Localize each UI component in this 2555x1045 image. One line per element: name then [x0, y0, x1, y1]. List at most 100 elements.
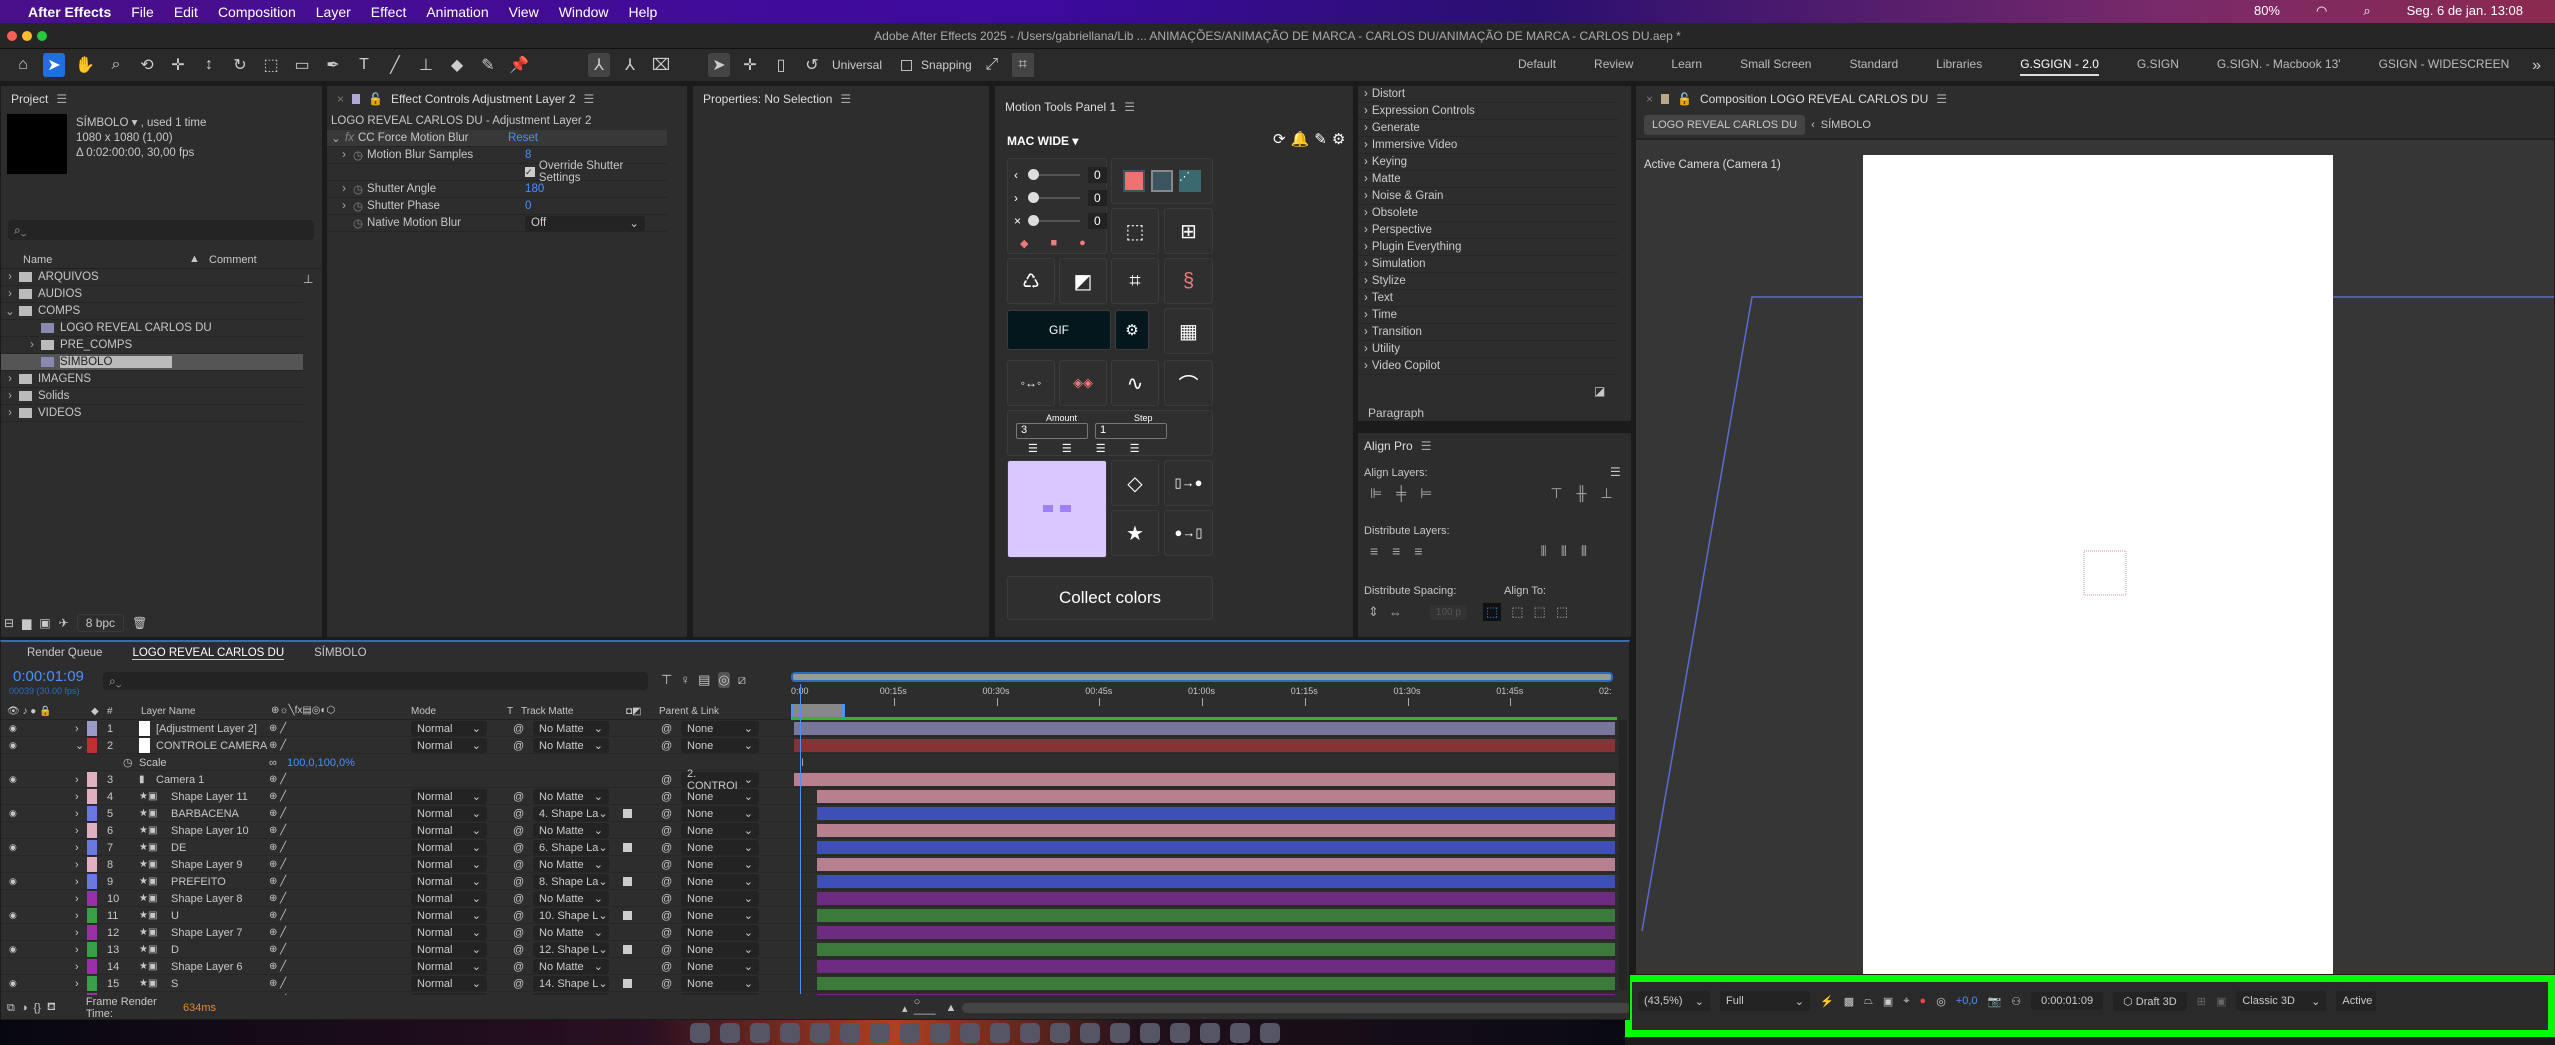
- project-item[interactable]: › IMAGENS: [1, 371, 303, 388]
- refresh-icon[interactable]: ⟳: [1273, 130, 1286, 148]
- frame-blending-icon[interactable]: ▤: [698, 672, 710, 688]
- workspace-tab[interactable]: Learn: [1671, 57, 1702, 76]
- lock-icon[interactable]: 🔓: [1677, 92, 1692, 106]
- layer-duration-bar[interactable]: [794, 739, 1615, 752]
- horizontal-spacing-icon[interactable]: ⇔: [1389, 605, 1402, 620]
- label-color[interactable]: [87, 976, 97, 991]
- distribute-hcenter-icon[interactable]: ⦀: [1561, 543, 1567, 560]
- comp-viewer[interactable]: [1636, 141, 2555, 975]
- close-tab-icon[interactable]: ×: [1646, 92, 1653, 106]
- param-label[interactable]: Override Shutter Settings: [539, 160, 667, 184]
- new-bin-icon[interactable]: ◪: [1594, 384, 1605, 398]
- dock-chrome-icon[interactable]: [750, 1023, 770, 1043]
- puppet-pin-icon[interactable]: 📌: [508, 53, 530, 77]
- label-color[interactable]: [87, 857, 97, 872]
- matte-pickwhip-icon[interactable]: @: [513, 959, 524, 974]
- effect-category[interactable]: › Obsolete: [1358, 205, 1618, 222]
- slider-thumb[interactable]: [1028, 169, 1039, 180]
- breadcrumb-comp[interactable]: SÍMBOLO: [1821, 119, 1871, 131]
- distribute-vcenter-icon[interactable]: ≡: [1392, 543, 1400, 560]
- align-to-selection-icon[interactable]: ⬚: [1482, 603, 1502, 621]
- timeline-horizontal-scrollbar[interactable]: [962, 1003, 1629, 1013]
- menu-effect[interactable]: Effect: [371, 4, 407, 20]
- project-item[interactable]: ⌄ COMPS: [1, 303, 303, 320]
- visibility-eye-icon[interactable]: ◉: [9, 738, 17, 753]
- slider-thumb[interactable]: [1028, 192, 1039, 203]
- matte-pickwhip-icon[interactable]: @: [513, 976, 524, 991]
- parent-dropdown[interactable]: None ⌄: [681, 721, 759, 736]
- workspace-tab[interactable]: G.SGIGN - 2.0: [2020, 57, 2099, 76]
- matte-pickwhip-icon[interactable]: @: [513, 840, 524, 855]
- layer-duration-bar[interactable]: [817, 960, 1615, 973]
- search-icon[interactable]: ⌕: [2363, 3, 2370, 19]
- layer-row[interactable]: › 4 ★▣ Shape Layer 11 ⊕ ╱ Normal ⌄ @ No Matte ⌄ @ N…: [1, 788, 1619, 805]
- label-color[interactable]: [87, 874, 97, 889]
- zoom-out-icon[interactable]: ▴: [902, 1002, 908, 1015]
- project-item[interactable]: › AUDIOS: [1, 286, 303, 303]
- align-left-icon[interactable]: ⊫: [1370, 485, 1382, 502]
- resolution-dropdown[interactable]: Full ⌄: [1720, 991, 1810, 1011]
- dock-trello-icon[interactable]: [870, 1023, 890, 1043]
- expand-chevron-icon[interactable]: ›: [75, 721, 79, 736]
- parent-pickwhip-icon[interactable]: @: [661, 959, 672, 974]
- chevron-right-icon[interactable]: ›: [5, 390, 15, 402]
- native-motion-blur-dropdown[interactable]: Off ⌄: [525, 215, 646, 231]
- dock-app3-icon[interactable]: [1140, 1023, 1160, 1043]
- layer-name[interactable]: DE: [171, 840, 186, 855]
- timeline-zoom-slider[interactable]: ○——: [914, 996, 940, 1019]
- slider-track[interactable]: [1028, 215, 1080, 226]
- panel-menu-icon[interactable]: ☰: [1124, 100, 1135, 114]
- stopwatch-icon[interactable]: ◷: [353, 199, 363, 213]
- circle-key-icon[interactable]: ●: [1079, 237, 1086, 250]
- distribute-top-icon[interactable]: ≡: [1370, 543, 1378, 560]
- draft-3d-button[interactable]: ⬡ Draft 3D: [2113, 991, 2187, 1011]
- bell-icon[interactable]: 🔔: [1291, 130, 1310, 148]
- parent-pickwhip-icon[interactable]: @: [661, 840, 672, 855]
- dock-app-icon[interactable]: [900, 1023, 920, 1043]
- property-row[interactable]: ◷ Scale ∞ 100,0,100,0% I: [1, 754, 1619, 771]
- layer-name[interactable]: Shape Layer 8: [171, 891, 243, 906]
- snap-grid-icon[interactable]: ⌗: [1011, 53, 1034, 77]
- column-layer-name[interactable]: Layer Name: [141, 706, 195, 717]
- parent-dropdown[interactable]: None ⌄: [681, 738, 759, 753]
- stroke-color-button[interactable]: [1151, 170, 1173, 192]
- view-dropdown[interactable]: Active: [2336, 991, 2377, 1011]
- effect-category[interactable]: › Generate: [1358, 120, 1618, 137]
- matte-pickwhip-icon[interactable]: @: [513, 891, 524, 906]
- effect-category[interactable]: › Keying: [1358, 154, 1618, 171]
- menu-help[interactable]: Help: [629, 4, 658, 20]
- label-color[interactable]: [87, 993, 97, 995]
- magnification-dropdown[interactable]: (43,5%) ⌄: [1638, 991, 1710, 1011]
- expand-chevron-icon[interactable]: ›: [75, 857, 79, 872]
- effect-param-row[interactable]: › ◷ Shutter Phase 0: [327, 198, 667, 215]
- mode-dropdown[interactable]: Normal ⌄: [411, 993, 487, 995]
- workspace-tab[interactable]: Review: [1594, 57, 1633, 76]
- step-input[interactable]: 1: [1095, 423, 1167, 439]
- parent-dropdown[interactable]: None ⌄: [681, 874, 759, 889]
- layer-name[interactable]: Shape Layer 7: [171, 925, 243, 940]
- layer-name[interactable]: Camera 1: [156, 772, 204, 787]
- matte-alpha-icon[interactable]: [623, 809, 632, 818]
- layer-switches[interactable]: ⊕ ╱: [269, 993, 286, 995]
- layer-name[interactable]: Shape Layer 6: [171, 959, 243, 974]
- track-matte-dropdown[interactable]: 10. Shape L ⌄: [533, 908, 609, 923]
- parent-dropdown[interactable]: None ⌄: [681, 789, 759, 804]
- stopwatch-icon[interactable]: ◷: [123, 755, 133, 770]
- expand-chevron-icon[interactable]: ›: [75, 840, 79, 855]
- expand-chevron-icon[interactable]: ⌄: [75, 738, 84, 753]
- linear-value[interactable]: 0: [1088, 213, 1107, 229]
- eraser-icon[interactable]: ◆: [446, 53, 468, 77]
- project-item[interactable]: › VIDEOS: [1, 405, 303, 422]
- layer-switches[interactable]: ⊕ ╱: [269, 891, 286, 906]
- matte-pickwhip-icon[interactable]: @: [513, 823, 524, 838]
- collapse-chevron-icon[interactable]: ⌄: [331, 131, 341, 145]
- parent-pickwhip-icon[interactable]: @: [661, 993, 672, 996]
- gif-settings-icon[interactable]: ⚙: [1115, 310, 1149, 350]
- layer-switches[interactable]: ⊕ ╱: [269, 976, 286, 991]
- layer-name[interactable]: U: [171, 908, 179, 923]
- parent-pickwhip-icon[interactable]: @: [661, 857, 672, 872]
- visibility-eye-icon[interactable]: ◉: [9, 840, 17, 855]
- ease-in-value[interactable]: 0: [1088, 167, 1107, 183]
- chevron-right-icon[interactable]: ›: [5, 373, 15, 385]
- workspace-tab[interactable]: G.SIGN: [2137, 57, 2179, 76]
